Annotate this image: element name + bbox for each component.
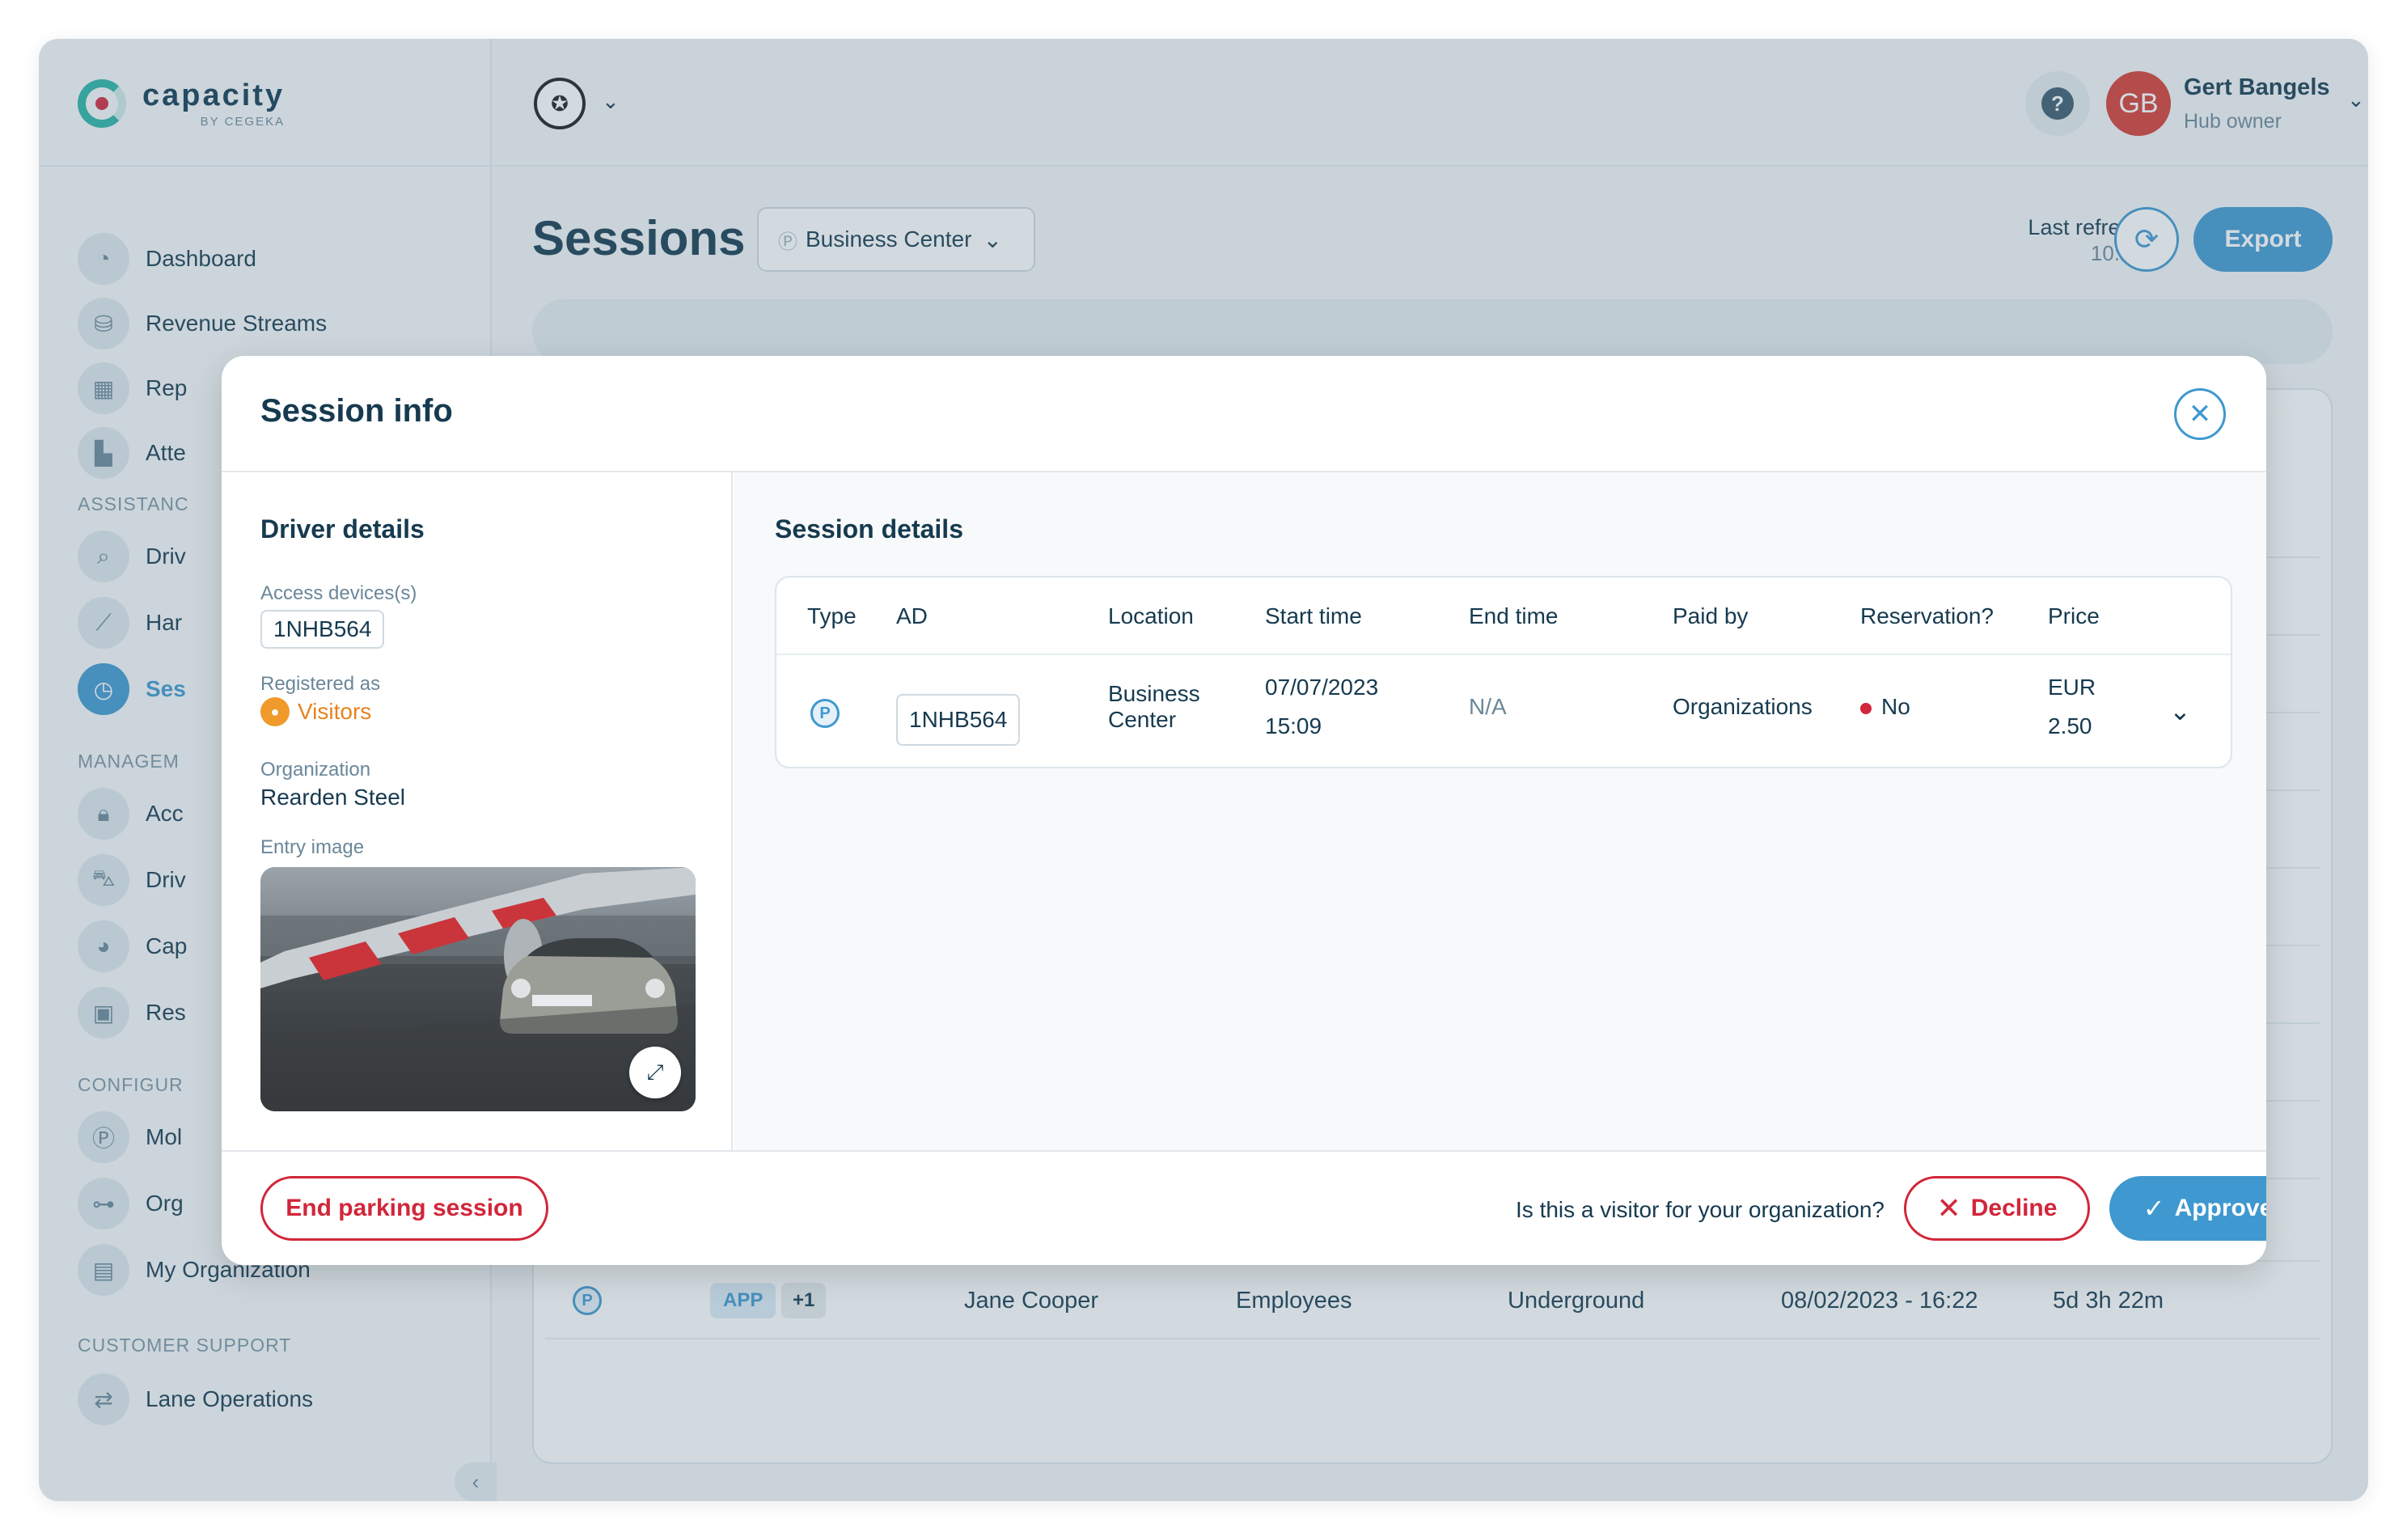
chevron-down-icon[interactable]: ⌄	[2169, 696, 2191, 726]
access-device-value: 1NHB564	[260, 610, 385, 649]
entry-image-label: Entry image	[260, 836, 365, 858]
ad-value: 1NHB564	[896, 694, 1021, 746]
visitor-question: Is this a visitor for your organization?	[1516, 1197, 1885, 1222]
decline-button[interactable]: ✕ Decline	[1904, 1176, 2090, 1241]
access-device-chip: 1NHB564	[260, 610, 385, 649]
approve-label: Approve	[2174, 1195, 2266, 1221]
session-details-table: Type AD Location Start time End time Pai…	[775, 576, 2232, 768]
reservation-value: No	[1860, 688, 1910, 726]
column-header-price: Price	[2048, 603, 2100, 628]
column-header-paid-by: Paid by	[1673, 603, 1749, 628]
column-header-end-time: End time	[1469, 603, 1559, 628]
location-value-line-1: Business	[1108, 681, 1200, 706]
end-parking-session-button[interactable]: End parking session	[260, 1176, 548, 1241]
decline-label: Decline	[1970, 1195, 2058, 1221]
column-header-ad: AD	[896, 603, 928, 628]
divider	[776, 654, 2231, 655]
organization-value: Rearden Steel	[260, 785, 406, 810]
approve-button[interactable]: ✓ Approve	[2109, 1176, 2266, 1241]
check-icon: ✓	[2143, 1194, 2165, 1223]
x-icon: ✕	[1936, 1191, 1961, 1225]
reservation-label: No	[1881, 694, 1910, 719]
visitor-label: Visitors	[298, 699, 372, 724]
session-info-modal: Session info ✕ Driver details Access dev…	[222, 356, 2266, 1265]
organization-label: Organization	[260, 759, 371, 781]
start-time-value: 15:09	[1265, 713, 1322, 738]
driver-details-title: Driver details	[260, 514, 425, 544]
price-value: 2.50	[2048, 713, 2092, 738]
registered-as-value: ● Visitors	[260, 697, 371, 726]
session-details-title: Session details	[775, 514, 963, 544]
expand-image-button[interactable]: ⤢	[629, 1047, 681, 1098]
end-time-value: N/A	[1469, 694, 1507, 719]
location-value-line-2: Center	[1108, 707, 1177, 732]
access-devices-label: Access devices(s)	[260, 582, 417, 604]
close-button[interactable]: ✕	[2174, 388, 2226, 440]
app-window: capacity BY CEGEKA ◔ Dashboard ⛁ Revenue…	[39, 39, 2368, 1501]
status-dot-icon	[1860, 702, 1872, 714]
expand-arrows-icon: ⤢	[646, 1060, 664, 1084]
bell-icon: ●	[260, 697, 290, 726]
column-header-location: Location	[1108, 603, 1194, 628]
column-header-reservation: Reservation?	[1860, 603, 1994, 628]
start-date-value: 07/07/2023	[1265, 675, 1379, 700]
entry-image[interactable]: ⤢	[260, 867, 696, 1111]
column-header-type: Type	[807, 603, 857, 628]
registered-as-label: Registered as	[260, 673, 381, 695]
driver-details-panel: Driver details Access devices(s) 1NHB564…	[222, 472, 733, 1150]
divider	[222, 1150, 2266, 1152]
paid-by-value: Organizations	[1673, 694, 1813, 719]
session-details-panel: Session details Type AD Location Start t…	[734, 472, 2266, 1150]
ad-chip: 1NHB564	[896, 694, 1021, 746]
modal-title: Session info	[260, 393, 453, 429]
column-header-start-time: Start time	[1265, 603, 1362, 628]
close-icon: ✕	[2188, 399, 2212, 429]
parking-icon: P	[810, 699, 840, 728]
price-currency: EUR	[2048, 675, 2096, 700]
